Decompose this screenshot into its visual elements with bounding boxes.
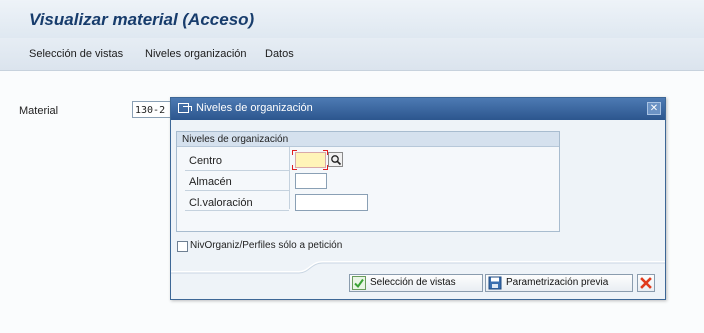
centro-input[interactable] xyxy=(295,152,326,168)
select-views-label: Selección de vistas xyxy=(370,277,456,288)
cl-valoracion-input[interactable] xyxy=(295,194,368,211)
menu-bar: Selección de vistas Niveles organización… xyxy=(0,38,704,71)
centro-search-button[interactable] xyxy=(328,152,343,167)
preset-button[interactable]: Parametrización previa xyxy=(485,274,633,292)
required-marker xyxy=(292,165,297,170)
row-divider xyxy=(185,190,289,191)
preset-label: Parametrización previa xyxy=(506,277,609,288)
title-bar: Visualizar material (Acceso) xyxy=(0,0,704,38)
org-levels-dialog: Niveles de organización ✕ Niveles de org… xyxy=(170,97,666,300)
close-icon: ✕ xyxy=(649,103,659,114)
required-marker xyxy=(292,150,297,155)
row-divider xyxy=(185,170,289,171)
column-divider xyxy=(289,147,290,209)
dialog-title: Niveles de organización xyxy=(196,102,313,114)
window-icon xyxy=(178,103,192,113)
material-input[interactable]: 130-2 xyxy=(132,101,172,118)
group-title: Niveles de organización xyxy=(177,132,559,147)
save-icon xyxy=(488,276,502,290)
dialog-header: Niveles de organización ✕ xyxy=(171,98,665,120)
footer-separator xyxy=(171,261,665,274)
row-divider xyxy=(185,210,289,211)
menu-item-seleccion-vistas[interactable]: Selección de vistas xyxy=(29,48,123,60)
search-icon xyxy=(331,155,342,166)
menu-item-niveles-organizacion[interactable]: Niveles organización xyxy=(145,48,247,60)
cancel-icon xyxy=(640,277,652,289)
cancel-button[interactable] xyxy=(637,274,655,292)
page-title: Visualizar material (Acceso) xyxy=(29,10,255,29)
almacen-label: Almacén xyxy=(189,176,232,188)
almacen-input[interactable] xyxy=(295,173,327,189)
niv-organiz-checkbox-label: NivOrganiz/Perfiles sólo a petición xyxy=(190,240,343,251)
cl-valoracion-label: Cl.valoración xyxy=(189,197,253,209)
centro-label: Centro xyxy=(189,155,223,167)
checkmark-icon xyxy=(352,276,366,290)
menu-item-datos[interactable]: Datos xyxy=(265,48,294,60)
close-button[interactable]: ✕ xyxy=(647,102,661,115)
select-views-button[interactable]: Selección de vistas xyxy=(349,274,483,292)
material-label: Material xyxy=(19,105,59,117)
org-levels-group: Niveles de organización Centro Almacén C… xyxy=(176,131,560,232)
niv-organiz-checkbox[interactable] xyxy=(177,241,188,252)
